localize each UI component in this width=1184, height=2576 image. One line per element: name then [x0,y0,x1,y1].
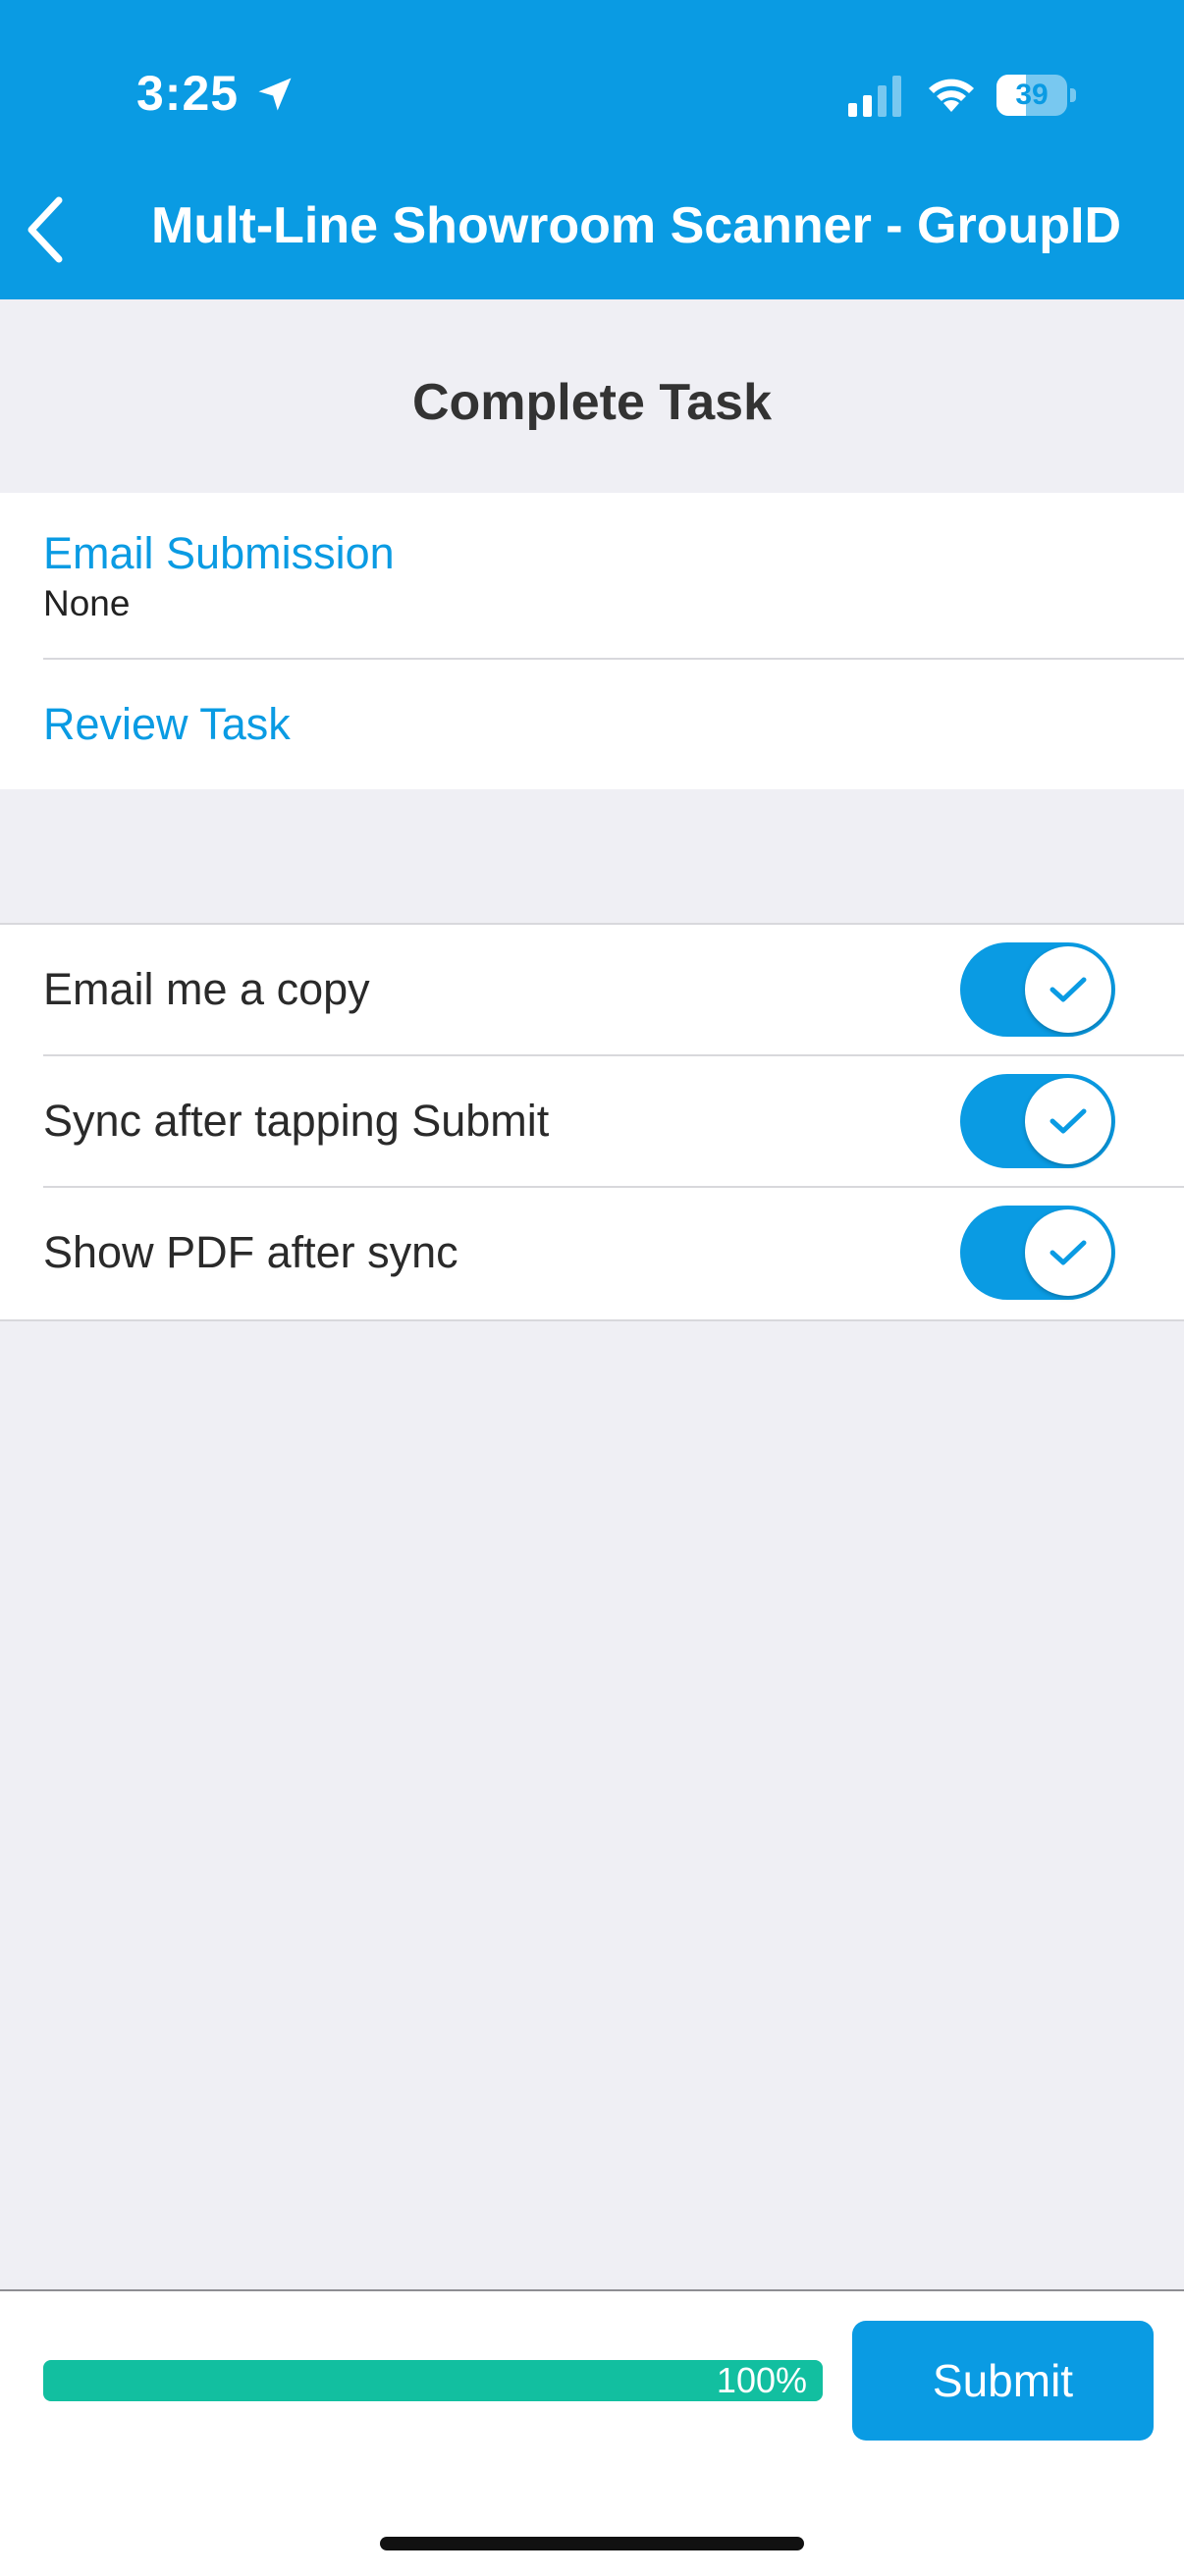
email-submission-row[interactable]: Email Submission None [0,493,1184,658]
progress-bar: 100% [43,2360,823,2401]
chevron-left-icon[interactable] [18,192,77,267]
checkmark-icon [1049,1108,1087,1134]
sync-after-submit-row: Sync after tapping Submit [0,1056,1184,1186]
page-title: Complete Task [411,374,773,431]
review-task-label: Review Task [43,699,291,749]
show-pdf-toggle[interactable] [960,1206,1115,1300]
sync-after-submit-toggle[interactable] [960,1074,1115,1168]
status-time: 3:25 [136,66,240,121]
toggle-knob [1025,1078,1111,1164]
review-task-row[interactable]: Review Task [0,660,1184,789]
email-copy-toggle[interactable] [960,942,1115,1037]
wifi-icon [929,79,974,112]
email-submission-label: Email Submission [43,528,395,578]
home-indicator [380,2537,804,2550]
email-submission-value: None [43,583,131,623]
show-pdf-label: Show PDF after sync [43,1227,458,1277]
location-arrow-icon [258,78,292,111]
progress-fill [43,2360,823,2401]
email-copy-row: Email me a copy [0,925,1184,1054]
nav-title: Mult-Line Showroom Scanner - GroupID [151,197,1121,254]
navigation-bar: 3:25 39 Mult-Line Showroom Scanner - Gro… [0,0,1184,299]
submit-button[interactable]: Submit [852,2321,1154,2441]
show-pdf-row: Show PDF after sync [0,1188,1184,1317]
battery-level: 39 [1015,79,1049,111]
checkmark-icon [1049,1240,1087,1265]
checkmark-icon [1049,977,1087,1002]
battery-indicator: 39 [996,75,1076,116]
email-copy-label: Email me a copy [43,964,370,1014]
toggle-knob [1025,1209,1111,1296]
task-info-group: Email Submission None Review Task [0,493,1184,789]
toggle-knob [1025,946,1111,1033]
cellular-signal-icon [848,76,901,117]
sync-after-submit-label: Sync after tapping Submit [43,1096,550,1146]
progress-text: 100% [716,2360,807,2400]
options-group: Email me a copy Sync after tapping Submi… [0,923,1184,1321]
